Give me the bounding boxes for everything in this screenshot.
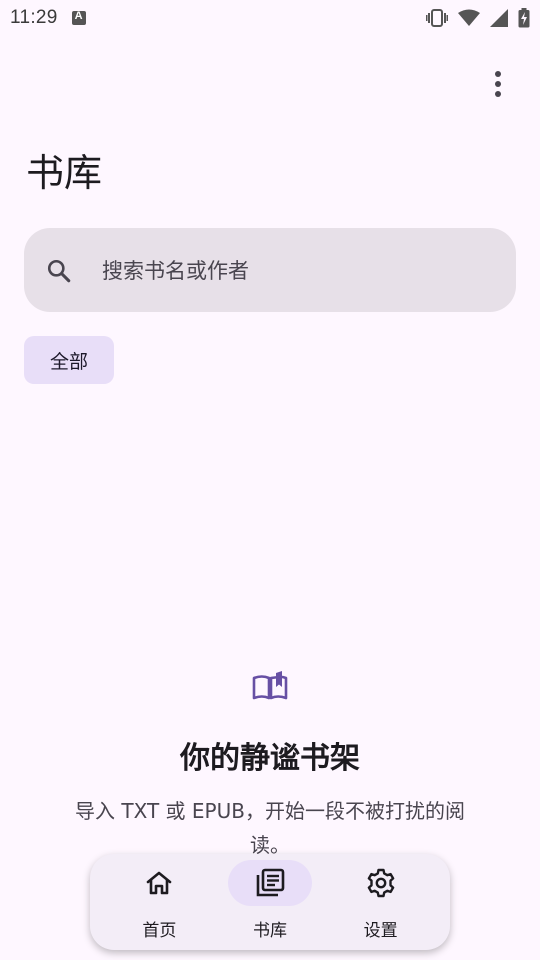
status-bar: 11:29 bbox=[0, 0, 540, 36]
search-input[interactable] bbox=[102, 255, 482, 287]
filter-chip-all[interactable]: 全部 bbox=[24, 336, 114, 384]
home-icon bbox=[147, 871, 172, 895]
nav-indicator bbox=[339, 860, 423, 906]
nav-item-settings[interactable]: 设置 bbox=[333, 854, 429, 950]
nav-indicator-active bbox=[227, 860, 312, 906]
nav-label: 书库 bbox=[252, 921, 287, 941]
library-icon bbox=[256, 868, 285, 897]
signal-icon bbox=[490, 9, 508, 27]
settings-gear-icon bbox=[367, 868, 394, 898]
page-title: 书库 bbox=[26, 151, 103, 195]
open-book-icon bbox=[252, 671, 288, 700]
search-icon bbox=[47, 259, 71, 283]
nav-item-library[interactable]: 书库 bbox=[222, 854, 318, 950]
status-left: 11:29 bbox=[10, 7, 86, 29]
more-vertical-icon bbox=[495, 71, 501, 97]
bottom-navigation: 首页 书库 设置 bbox=[90, 854, 450, 950]
nav-item-home[interactable]: 首页 bbox=[111, 854, 207, 950]
empty-state-title: 你的静谧书架 bbox=[180, 741, 360, 776]
wifi-icon bbox=[458, 9, 480, 26]
vibrate-icon bbox=[426, 9, 448, 27]
battery-charging-icon bbox=[518, 8, 530, 28]
status-right bbox=[426, 8, 530, 28]
nav-label: 首页 bbox=[142, 921, 177, 941]
filter-chip-label: 全部 bbox=[49, 350, 88, 373]
more-menu-button[interactable] bbox=[478, 64, 518, 104]
notification-a-icon bbox=[71, 10, 86, 25]
status-time: 11:29 bbox=[10, 7, 58, 28]
nav-label: 设置 bbox=[363, 921, 398, 941]
nav-indicator bbox=[117, 860, 201, 906]
empty-state-description: 导入 TXT 或 EPUB，开始一段不被打扰的阅读。 bbox=[75, 799, 465, 857]
